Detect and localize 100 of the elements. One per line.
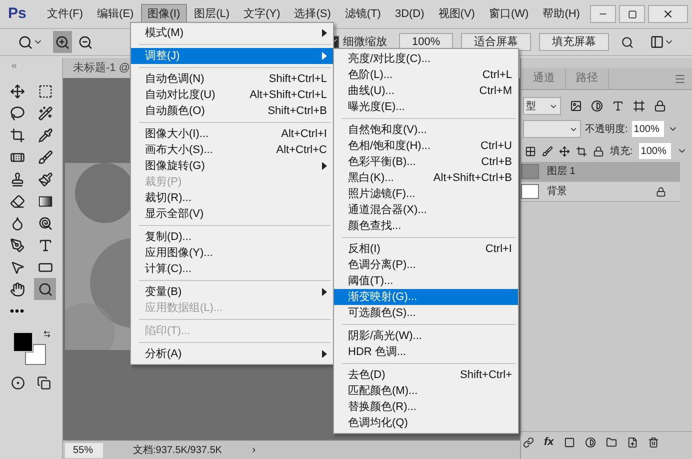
menu-item[interactable]: 通道混合器(X)... [334, 202, 518, 218]
menu-item[interactable]: 替换颜色(R)... [334, 399, 518, 415]
menu-title[interactable]: 文件(F) [40, 4, 90, 24]
menu-title[interactable]: 帮助(H) [536, 4, 587, 24]
pen-icon [10, 238, 24, 252]
brush-icon [38, 150, 52, 164]
eyedropper-icon [38, 128, 52, 142]
swap-colors-icon[interactable] [43, 330, 51, 338]
menu-item[interactable]: 曝光度(E)... [334, 99, 518, 115]
search-icon [38, 282, 52, 296]
mask-icon[interactable] [564, 437, 575, 448]
gradient-icon [38, 194, 52, 208]
image-icon[interactable] [570, 100, 582, 112]
lock-icon[interactable] [654, 100, 666, 112]
menu-item[interactable]: 图像大小(I)... Alt+Ctrl+I [131, 126, 333, 142]
status-menu-arrow[interactable]: › [252, 442, 256, 458]
move-icon [10, 84, 24, 98]
menu-item[interactable]: 色阶(L)... Ctrl+L [334, 67, 518, 83]
layer-row[interactable]: 背景 [521, 182, 680, 202]
menu-title[interactable]: 窗口(W) [482, 4, 536, 24]
quick-mask-icon[interactable] [11, 376, 25, 390]
menu-item[interactable]: 模式(M) [131, 25, 333, 41]
trash-icon[interactable] [648, 437, 659, 448]
menu-item[interactable]: 亮度/对比度(C)... [334, 51, 518, 67]
tool-button[interactable] [34, 278, 56, 300]
search-icon[interactable] [621, 34, 634, 50]
menu-title[interactable]: 选择(S) [287, 4, 338, 24]
layer-row[interactable]: 图层 1 [521, 162, 680, 182]
screen-mode-icon[interactable] [37, 376, 51, 390]
menu-item[interactable]: 图像旋转(G) [131, 158, 333, 174]
menu-item[interactable]: 自动对比度(U) Alt+Shift+Ctrl+L [131, 87, 333, 103]
menu-item[interactable]: 色调分离(P)... [334, 257, 518, 273]
menu-item[interactable]: 阈值(T)... [334, 273, 518, 289]
filter-dropdown[interactable]: 型 [523, 97, 561, 115]
lock-icon[interactable] [593, 146, 604, 156]
menu-item[interactable]: 阴影/高光(W)... [334, 328, 518, 344]
menu-item[interactable]: 渐变映射(G)... [334, 289, 518, 305]
menu-title[interactable]: 图层(L) [187, 4, 237, 24]
menu-item[interactable]: 曲线(U)... Ctrl+M [334, 83, 518, 99]
half-circle-icon[interactable] [591, 100, 603, 112]
menu-item[interactable]: 分析(A) [131, 346, 333, 362]
zoom-level-field[interactable]: 55% [65, 442, 103, 458]
menu-title[interactable]: 3D(D) [388, 4, 432, 24]
menu-title[interactable]: 视图(V) [431, 4, 482, 24]
menu-title[interactable]: 文字(Y) [236, 4, 288, 24]
menu-item[interactable]: 自动颜色(O) Shift+Ctrl+B [131, 103, 333, 119]
paintbrush-icon [38, 172, 52, 186]
lasso-icon [10, 106, 24, 120]
move-icon[interactable] [559, 146, 570, 156]
menu-item[interactable]: 去色(D) Shift+Ctrl+ [334, 367, 518, 383]
menu-item[interactable]: 应用图像(Y)... [131, 245, 333, 261]
menu-item[interactable]: 色相/饱和度(H)... Ctrl+U [334, 138, 518, 154]
workspace-icon[interactable] [650, 35, 664, 49]
menu-item[interactable]: 黑白(K)... Alt+Shift+Ctrl+B [334, 170, 518, 186]
menu-item[interactable]: 裁切(R)... [131, 190, 333, 206]
menu-item[interactable]: 可选颜色(S)... [334, 305, 518, 321]
new-layer-icon[interactable] [626, 437, 638, 448]
menu-item[interactable]: 复制(D)... [131, 229, 333, 245]
menu-item[interactable]: 颜色查找... [334, 218, 518, 234]
opacity-field[interactable]: 100% [632, 121, 664, 137]
crop-icon[interactable] [576, 146, 587, 156]
menu-item[interactable]: 色调均化(Q) [334, 415, 518, 431]
menu-item[interactable]: 照片滤镜(F)... [334, 186, 518, 202]
menu-item[interactable]: 计算(C)... [131, 261, 333, 277]
option-button[interactable]: 填充屏幕 [539, 33, 610, 51]
foreground-color-swatch[interactable] [13, 332, 33, 352]
menu-title[interactable]: 滤镜(T) [338, 4, 388, 24]
collapse-icon[interactable] [10, 62, 18, 70]
panel-menu-icon[interactable] [674, 72, 686, 84]
pointer-icon [10, 260, 24, 274]
menu-item[interactable]: 调整(J) [131, 48, 333, 64]
zoom-tool-icon[interactable] [18, 34, 33, 50]
half-circle-icon[interactable] [584, 437, 596, 448]
menu-item[interactable]: 自然饱和度(V)... [334, 122, 518, 138]
menu-item[interactable]: 匹配颜色(M)... [334, 383, 518, 399]
folder-icon[interactable] [606, 437, 617, 448]
type-icon[interactable] [612, 100, 624, 112]
opacity-label: 不透明度: [585, 122, 628, 136]
maximize-button[interactable] [619, 5, 645, 23]
link-icon[interactable] [523, 437, 534, 448]
marquee-icon [38, 84, 52, 98]
lollipop-icon [38, 216, 52, 230]
brush-icon[interactable] [542, 146, 553, 156]
menu-item[interactable]: 画布大小(S)... Alt+Ctrl+C [131, 142, 333, 158]
droplet-icon [10, 216, 24, 230]
zoom-in-button[interactable] [52, 31, 72, 53]
close-button[interactable] [648, 5, 688, 23]
menu-item[interactable]: 显示全部(V) [131, 206, 333, 222]
menu-title[interactable]: 编辑(E) [90, 4, 141, 24]
document-size: 文档:937.5K/937.5K [133, 444, 222, 458]
menu-item[interactable]: 色彩平衡(B)... Ctrl+B [334, 154, 518, 170]
menu-item[interactable]: 变量(B) [131, 284, 333, 300]
menu-item[interactable]: 反相(I) Ctrl+I [334, 241, 518, 257]
menu-item[interactable]: HDR 色调... [334, 344, 518, 360]
fx-button[interactable]: fx [544, 434, 554, 451]
fill-field[interactable]: 100% [638, 143, 671, 159]
checkerboard-icon[interactable] [525, 146, 536, 156]
frame-icon[interactable] [633, 100, 645, 112]
menu-title[interactable]: 图像(I) [140, 4, 188, 24]
magic-wand-icon [38, 106, 52, 120]
